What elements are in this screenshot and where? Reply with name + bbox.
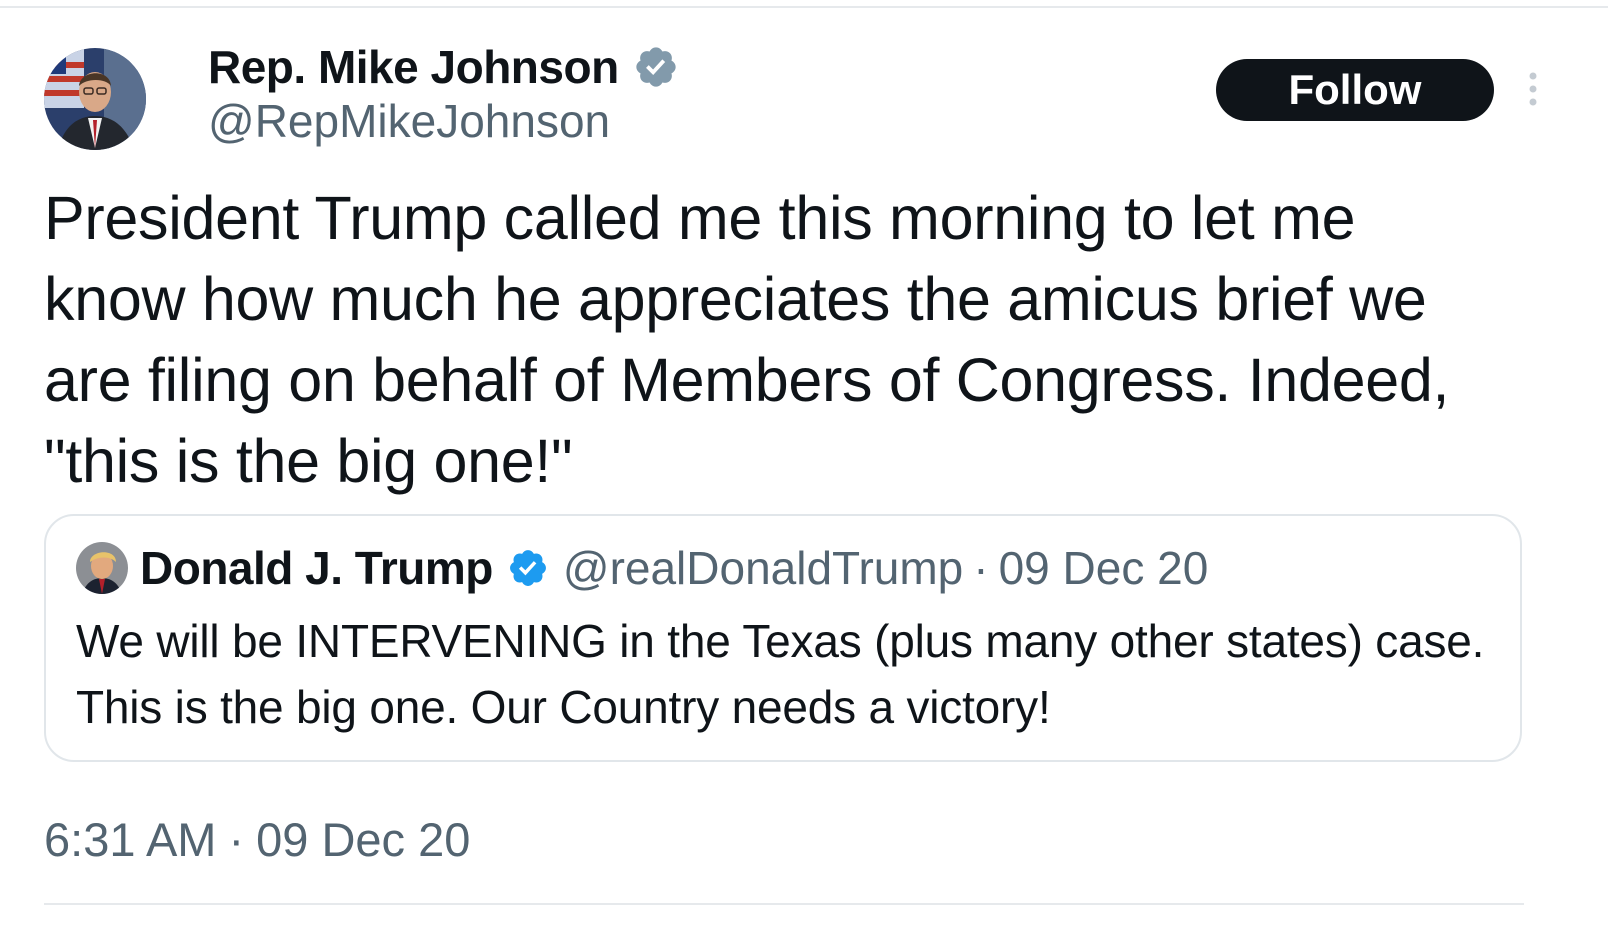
avatar-photo-icon	[44, 48, 146, 150]
quoted-tweet-header: Donald J. Trump @realDonaldTrump · 09 De…	[76, 540, 1208, 596]
verified-badge-gray-icon	[636, 47, 676, 87]
quoted-tweet-date[interactable]: 09 Dec 20	[999, 541, 1209, 595]
author-avatar[interactable]	[44, 48, 146, 150]
author-info: Rep. Mike Johnson @RepMikeJohnson	[208, 38, 679, 148]
tweet-time: 6:31 AM	[44, 813, 217, 866]
author-handle[interactable]: @RepMikeJohnson	[208, 94, 679, 148]
tweet-timestamp[interactable]: 6:31 AM · 09 Dec 20	[44, 812, 470, 867]
author-name[interactable]: Rep. Mike Johnson	[208, 40, 619, 94]
quoted-author-avatar[interactable]	[76, 542, 128, 594]
bottom-divider	[44, 903, 1524, 905]
timestamp-separator: ·	[228, 813, 245, 866]
quoted-author-name[interactable]: Donald J. Trump	[140, 541, 493, 595]
quoted-meta-separator: ·	[973, 542, 989, 594]
follow-button[interactable]: Follow	[1216, 59, 1494, 121]
quoted-avatar-photo-icon	[76, 542, 128, 594]
tweet-date: 09 Dec 20	[256, 813, 471, 866]
quoted-author-handle[interactable]: @realDonaldTrump	[563, 541, 963, 595]
more-vertical-icon[interactable]	[1522, 70, 1544, 110]
verified-badge-blue-icon	[509, 550, 546, 586]
quoted-tweet-text: We will be INTERVENING in the Texas (plu…	[76, 615, 1485, 733]
quoted-tweet-card[interactable]: Donald J. Trump @realDonaldTrump · 09 De…	[44, 514, 1522, 762]
tweet-text: President Trump called me this morning t…	[44, 184, 1450, 495]
top-divider	[0, 6, 1608, 8]
